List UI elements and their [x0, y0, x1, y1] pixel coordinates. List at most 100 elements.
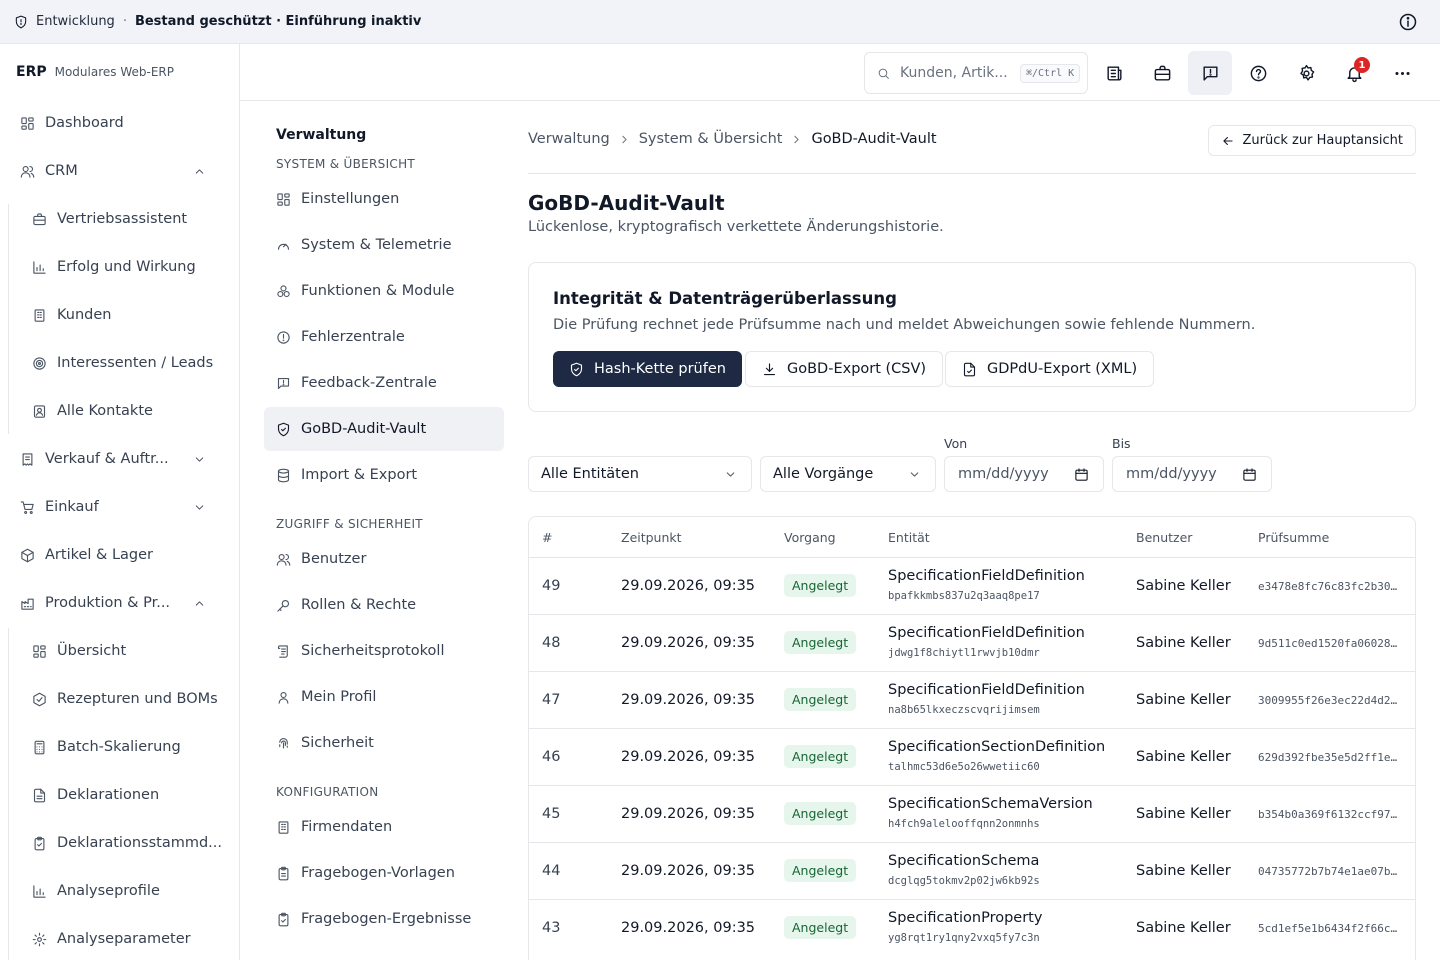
verify-hash-chain-button[interactable]: Hash-Kette prüfen	[553, 351, 742, 387]
row-entity-id: yg8rqt1ry1qny2vxq5fy7c3n	[888, 932, 1040, 944]
entity-filter-select[interactable]: Alle Entitäten	[528, 456, 752, 492]
table-row[interactable]: 49 29.09.2026, 09:35 Angelegt Specificat…	[529, 557, 1415, 614]
sidebar-item-rezepturen[interactable]: Rezepturen und BOMs	[8, 679, 232, 719]
entity-filter-value: Alle Entitäten	[541, 466, 639, 482]
subnav-item-feedback[interactable]: Feedback-Zentrale	[264, 361, 504, 405]
sidebar-item-crm[interactable]: CRM	[8, 151, 232, 191]
table-row[interactable]: 43 29.09.2026, 09:35 Angelegt Specificat…	[529, 899, 1415, 956]
gdpdu-export-xml-button[interactable]: GDPdU-Export (XML)	[945, 351, 1155, 387]
sidebar-item-kunden[interactable]: Kunden	[8, 295, 232, 335]
breadcrumb-item[interactable]: System & Übersicht	[639, 131, 783, 147]
action-filter-value: Alle Vorgänge	[773, 466, 874, 482]
arrow-left-icon	[1221, 134, 1243, 148]
sidebar-item-vertriebsassistent[interactable]: Vertriebsassistent	[8, 199, 232, 239]
workspace-button[interactable]	[1140, 51, 1184, 95]
shield-icon	[14, 15, 28, 29]
row-timestamp: 29.09.2026, 09:35	[621, 578, 756, 594]
table-row[interactable]: 45 29.09.2026, 09:35 Angelegt Specificat…	[529, 785, 1415, 842]
breadcrumb-item[interactable]: Verwaltung	[528, 131, 610, 147]
sidebar-item-erfolg[interactable]: Erfolg und Wirkung	[8, 247, 232, 287]
sidebar-item-produktion[interactable]: Produktion & Pr...	[8, 583, 232, 623]
briefcase-icon	[32, 212, 57, 227]
feedback-button[interactable]	[1188, 51, 1232, 95]
search-icon	[877, 67, 900, 80]
subnav-item-firmendaten[interactable]: Firmendaten	[264, 805, 504, 849]
sidebar-item-leads[interactable]: Interessenten / Leads	[8, 343, 232, 383]
notifications-button[interactable]: 1	[1332, 51, 1376, 95]
date-to-input[interactable]: mm/dd/yyyy	[1112, 456, 1272, 492]
audit-table: # Zeitpunkt Vorgang Entität Benutzer Prü…	[528, 516, 1416, 960]
file-export-icon	[962, 362, 987, 377]
settings-button[interactable]	[1284, 51, 1328, 95]
sidebar-item-batch[interactable]: Batch-Skalierung	[8, 727, 232, 767]
sidebar-item-verkauf[interactable]: Verkauf & Auftr...	[8, 439, 232, 479]
subnav-item-label: Sicherheit	[301, 735, 374, 751]
subnav-item-fehlerzentrale[interactable]: Fehlerzentrale	[264, 315, 504, 359]
calendar-icon[interactable]	[1074, 467, 1089, 482]
subnav-item-label: Funktionen & Module	[301, 283, 455, 299]
subnav-item-mein-profil[interactable]: Mein Profil	[264, 675, 504, 719]
sidebar-item-deklarationsstammdaten[interactable]: Deklarationsstammd...	[8, 823, 232, 863]
sidebar-item-analyseprofile[interactable]: Analyseprofile	[8, 871, 232, 911]
subnav-item-gobd-audit-vault[interactable]: GoBD-Audit-Vault	[264, 407, 504, 451]
sidebar-item-label: Einkauf	[45, 499, 99, 515]
chevron-down-icon	[908, 468, 921, 481]
sidebar-item-artikel[interactable]: Artikel & Lager	[8, 535, 232, 575]
action-badge: Angelegt	[784, 574, 857, 597]
table-row[interactable]: 44 29.09.2026, 09:35 Angelegt Specificat…	[529, 842, 1415, 899]
info-icon[interactable]	[1398, 12, 1418, 32]
subnav-item-label: System & Telemetrie	[301, 237, 452, 253]
action-badge: Angelegt	[784, 745, 857, 768]
news-button[interactable]	[1092, 51, 1136, 95]
row-number: 44	[542, 863, 561, 879]
subnav-item-einstellungen[interactable]: Einstellungen	[264, 177, 504, 221]
feedback-icon	[1201, 64, 1220, 83]
sidebar-item-einkauf[interactable]: Einkauf	[8, 487, 232, 527]
environment-status: Bestand geschützt · Einführung inaktiv	[134, 14, 422, 29]
help-button[interactable]	[1236, 51, 1280, 95]
table-row[interactable]: 47 29.09.2026, 09:35 Angelegt Specificat…	[529, 671, 1415, 728]
integrity-card: Integrität & Datenträgerüberlassung Die …	[528, 262, 1416, 412]
bar-chart-icon	[32, 884, 57, 899]
row-checksum: 629d392fbe35e5d2ff1e...	[1258, 751, 1400, 764]
global-search[interactable]: ⌘/Ctrl K	[864, 52, 1088, 94]
more-button[interactable]	[1380, 51, 1424, 95]
subnav-item-module[interactable]: Funktionen & Module	[264, 269, 504, 313]
subnav-item-telemetrie[interactable]: System & Telemetrie	[264, 223, 504, 267]
shield-check-icon	[276, 422, 301, 437]
subnav-item-benutzer[interactable]: Benutzer	[264, 537, 504, 581]
subnav-item-import-export[interactable]: Import & Export	[264, 453, 504, 497]
column-header-entity: Entität	[888, 530, 930, 545]
contact-card-icon	[32, 404, 57, 419]
sidebar-item-analyseparameter[interactable]: Analyseparameter	[8, 919, 232, 959]
building-icon	[276, 820, 301, 835]
column-header-timestamp: Zeitpunkt	[621, 530, 682, 545]
page-title: GoBD-Audit-Vault	[528, 191, 725, 215]
subnav-item-fragebogen-ergebnisse[interactable]: Fragebogen-Ergebnisse	[264, 897, 504, 941]
sidebar-item-dashboard[interactable]: Dashboard	[8, 103, 232, 143]
subnav-item-rollen[interactable]: Rollen & Rechte	[264, 583, 504, 627]
row-checksum: b354b0a369f6132ccf97...	[1258, 808, 1400, 821]
row-timestamp: 29.09.2026, 09:35	[621, 635, 756, 651]
row-entity: SpecificationFieldDefinition	[888, 625, 1085, 641]
calendar-icon[interactable]	[1242, 467, 1257, 482]
gobd-export-csv-button[interactable]: GoBD-Export (CSV)	[745, 351, 944, 387]
subnav-item-sicherheit[interactable]: Sicherheit	[264, 721, 504, 765]
subnav-item-fragebogen-vorlagen[interactable]: Fragebogen-Vorlagen	[264, 851, 504, 895]
row-user: Sabine Keller	[1136, 578, 1231, 594]
sidebar-item-kontakte[interactable]: Alle Kontakte	[8, 391, 232, 431]
chevron-up-icon	[193, 597, 216, 610]
sidebar-item-uebersicht[interactable]: Übersicht	[8, 631, 232, 671]
back-to-main-button[interactable]: Zurück zur Hauptansicht	[1207, 125, 1416, 156]
subnav-item-sicherheitsprotokoll[interactable]: Sicherheitsprotokoll	[264, 629, 504, 673]
action-filter-select[interactable]: Alle Vorgänge	[760, 456, 936, 492]
brand[interactable]: ERP Modulares Web-ERP	[0, 44, 239, 100]
table-row[interactable]: 46 29.09.2026, 09:35 Angelegt Specificat…	[529, 728, 1415, 785]
search-input[interactable]	[900, 65, 1016, 81]
cart-icon	[20, 500, 45, 515]
table-row[interactable]: 48 29.09.2026, 09:35 Angelegt Specificat…	[529, 614, 1415, 671]
date-from-input[interactable]: mm/dd/yyyy	[944, 456, 1104, 492]
sidebar-item-deklarationen[interactable]: Deklarationen	[8, 775, 232, 815]
sidebar: ERP Modulares Web-ERP Dashboard CRM Vert…	[0, 44, 240, 960]
dashboard-icon	[20, 116, 45, 131]
